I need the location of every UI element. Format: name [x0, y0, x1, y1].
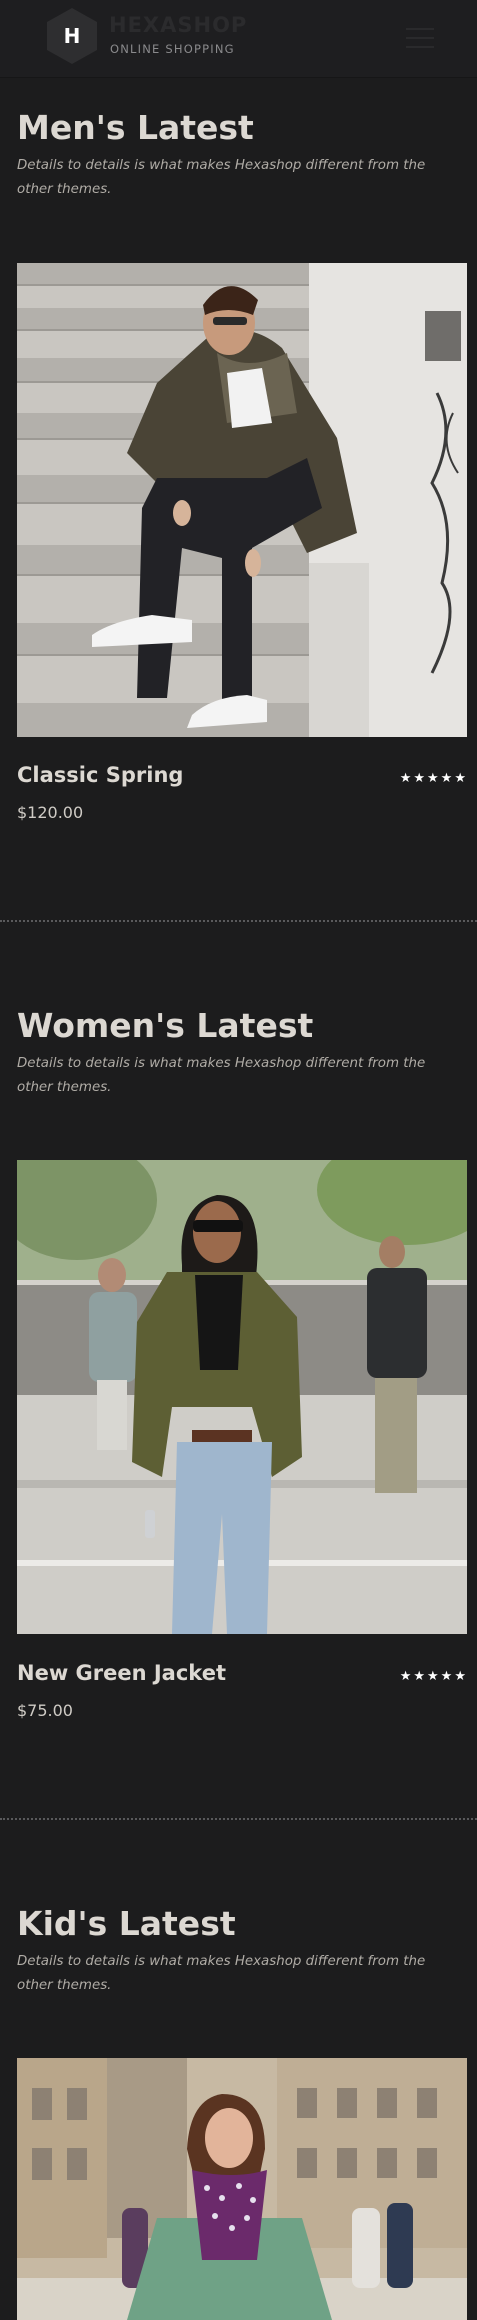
brand-tagline: ONLINE SHOPPING	[110, 42, 235, 56]
product-name-classic-spring[interactable]: Classic Spring	[17, 763, 183, 787]
site-header: H HEXASHOP ONLINE SHOPPING	[0, 0, 477, 78]
product-price-classic-spring: $120.00	[17, 803, 84, 822]
product-image-classic-spring[interactable]	[17, 263, 467, 737]
rating-stars-icon: ★★★★★	[399, 771, 468, 786]
section-title-women: Women's Latest	[17, 1006, 314, 1045]
product-name-new-green-jacket[interactable]: New Green Jacket	[17, 1661, 226, 1685]
product-image-new-green-jacket[interactable]	[17, 1160, 467, 1634]
section-title-kids: Kid's Latest	[17, 1904, 236, 1943]
section-divider	[0, 920, 477, 922]
product-price-new-green-jacket: $75.00	[17, 1701, 73, 1720]
section-description-men: Details to details is what makes Hexasho…	[17, 158, 426, 197]
logo-letter[interactable]: H	[46, 7, 98, 65]
brand-name[interactable]: HEXASHOP	[109, 13, 247, 37]
section-divider	[0, 1818, 477, 1820]
section-description-women: Details to details is what makes Hexasho…	[17, 1056, 426, 1095]
rating-stars-icon: ★★★★★	[399, 1669, 468, 1684]
section-description-kids: Details to details is what makes Hexasho…	[17, 1954, 426, 1993]
product-image-kids[interactable]	[17, 2058, 467, 2320]
hamburger-menu-icon[interactable]	[404, 24, 436, 52]
section-title-men: Men's Latest	[17, 108, 254, 147]
